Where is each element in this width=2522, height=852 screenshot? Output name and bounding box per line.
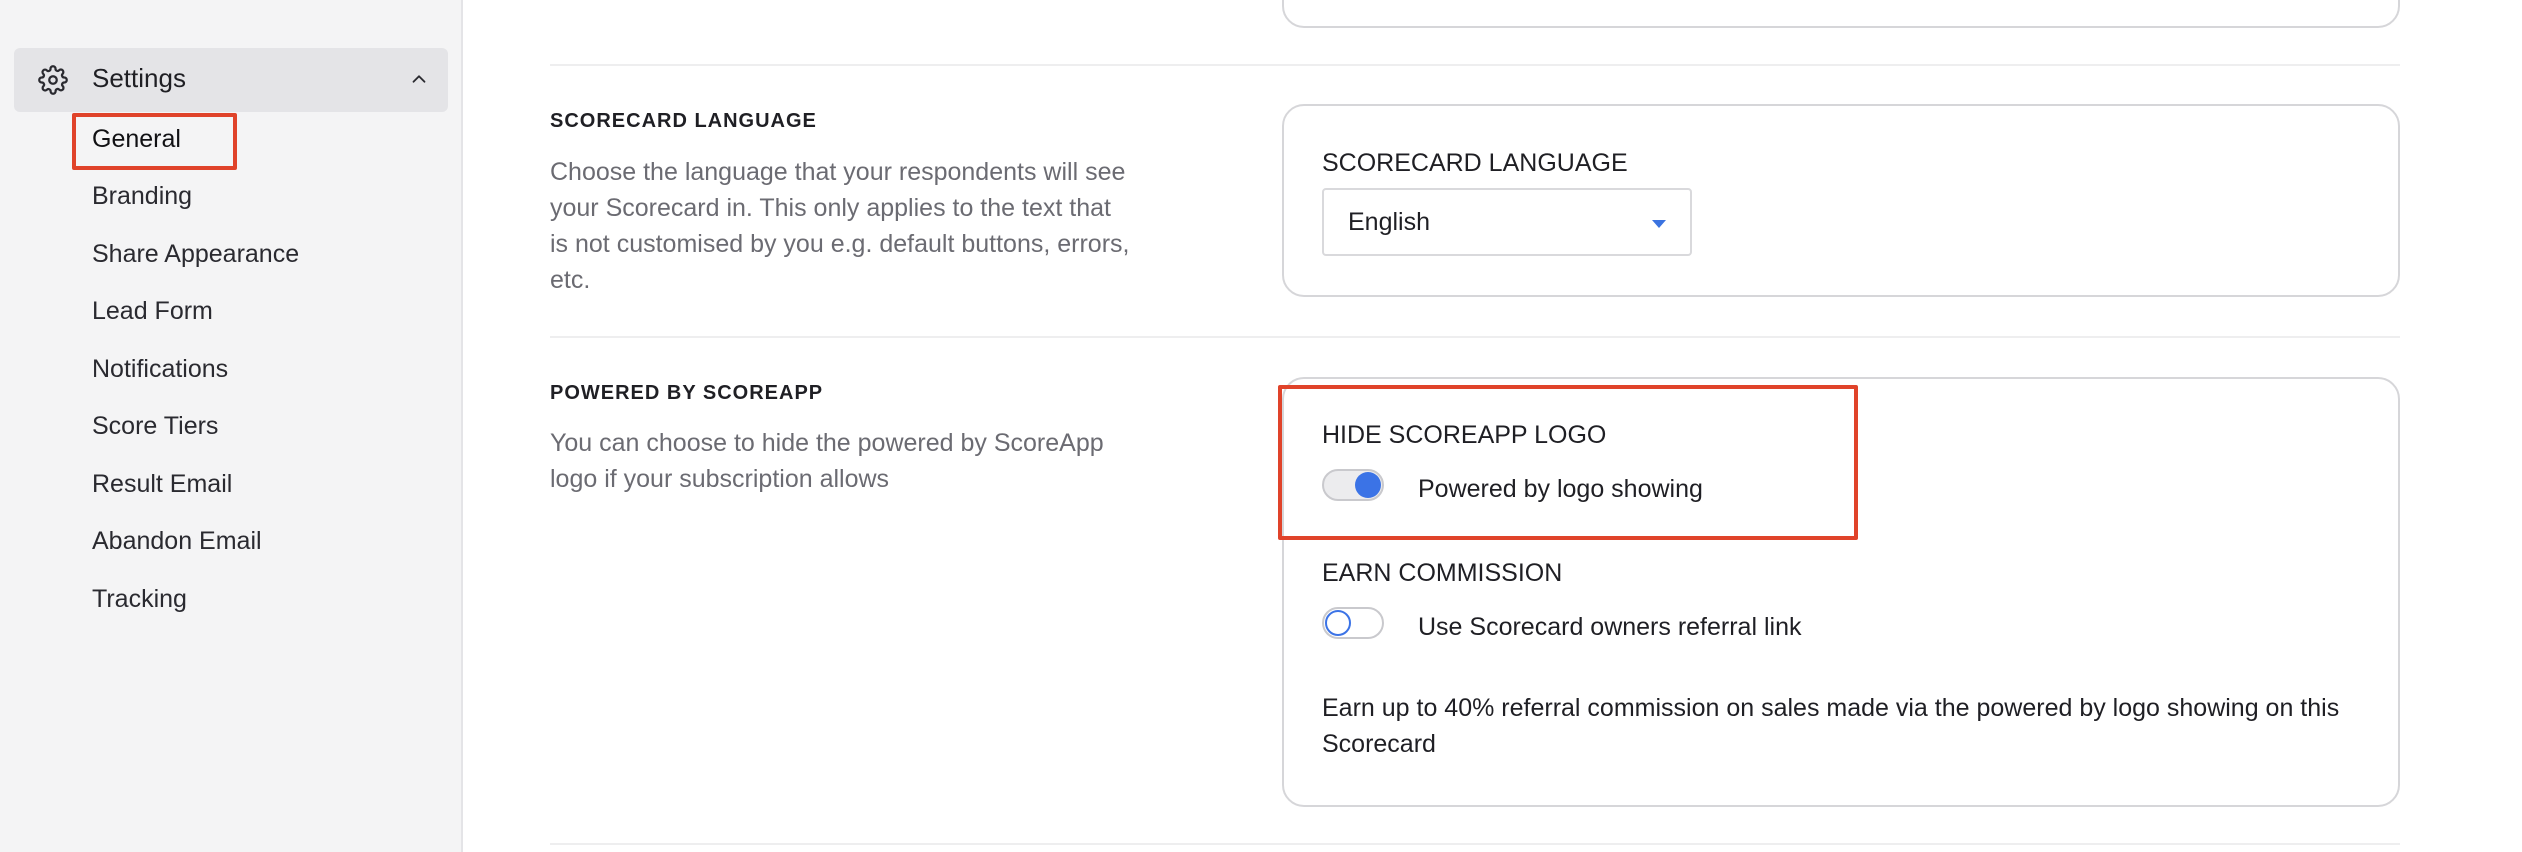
sidebar-item-share-appearance[interactable]: Share Appearance: [92, 240, 299, 269]
language-section-description: Choose the language that your respondent…: [550, 158, 1130, 294]
powered-section-title: POWERED BY SCOREAPP: [550, 382, 824, 404]
chevron-up-icon[interactable]: [408, 68, 430, 90]
gear-icon: [38, 65, 68, 95]
earn-commission-toggle-text: Use Scorecard owners referral link: [1418, 613, 1802, 641]
settings-menu-header[interactable]: Settings: [14, 48, 448, 112]
general-highlight-box: [72, 113, 237, 170]
language-select[interactable]: English: [1322, 188, 1692, 256]
language-section-title: SCORECARD LANGUAGE: [550, 110, 817, 132]
sidebar-item-tracking[interactable]: Tracking: [92, 585, 187, 614]
sidebar-item-result-email[interactable]: Result Email: [92, 470, 232, 499]
section-divider: [550, 64, 2400, 66]
section-divider: [550, 843, 2400, 845]
sidebar-item-lead-form[interactable]: Lead Form: [92, 297, 213, 326]
previous-card: [1282, 0, 2400, 28]
language-card-label: SCORECARD LANGUAGE: [1322, 149, 1628, 177]
earn-commission-toggle[interactable]: [1322, 607, 1384, 639]
sidebar-item-score-tiers[interactable]: Score Tiers: [92, 412, 218, 441]
settings-sidebar: Settings General Branding Share Appearan…: [0, 0, 463, 852]
sidebar-item-abandon-email[interactable]: Abandon Email: [92, 527, 262, 556]
hide-logo-highlight-box: [1278, 385, 1858, 540]
toggle-knob: [1325, 610, 1351, 636]
sidebar-item-notifications[interactable]: Notifications: [92, 355, 228, 384]
caret-down-icon: [1652, 220, 1666, 228]
earn-commission-label: EARN COMMISSION: [1322, 559, 1563, 587]
settings-label: Settings: [92, 63, 186, 93]
sidebar-item-branding[interactable]: Branding: [92, 182, 192, 211]
section-divider: [550, 336, 2400, 338]
powered-section-description: You can choose to hide the powered by Sc…: [550, 429, 1104, 493]
commission-note: Earn up to 40% referral commission on sa…: [1322, 694, 2340, 758]
language-select-value: English: [1348, 208, 1430, 236]
